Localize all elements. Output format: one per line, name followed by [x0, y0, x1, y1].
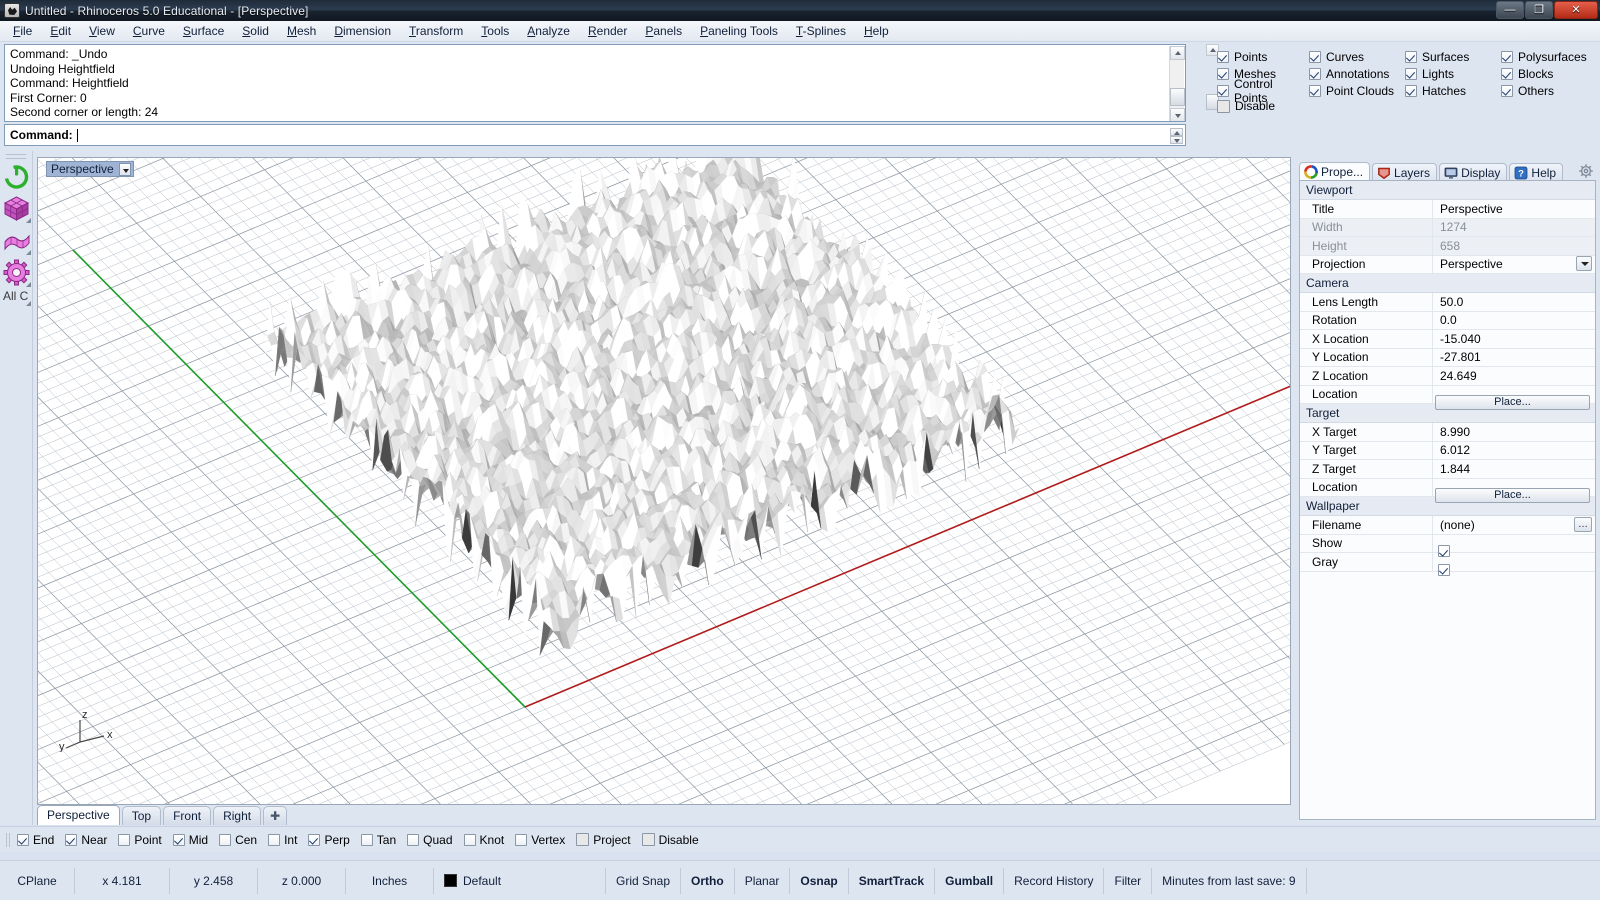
text-caret — [76, 128, 78, 142]
scroll-down-arrow[interactable] — [1170, 108, 1185, 121]
filter-checkbox-label: Point Clouds — [1326, 83, 1395, 98]
command-history-line: Second corner or length: 24 — [10, 105, 159, 120]
menu-item-render[interactable]: Render — [579, 22, 636, 40]
checkbox-box — [1405, 84, 1417, 97]
viewport-title-label: Perspective — [51, 162, 114, 176]
all-controls-label: All C — [3, 289, 29, 303]
perspective-viewport[interactable]: Perspective z x y — [37, 157, 1291, 805]
menu-item-analyze[interactable]: Analyze — [518, 22, 579, 40]
minimize-button[interactable]: — — [1496, 1, 1524, 19]
checkbox-box — [1309, 84, 1321, 97]
filter-checkbox-curves[interactable]: Curves — [1309, 48, 1405, 65]
checkbox-box — [1217, 50, 1229, 63]
flyout-arrow-icon[interactable] — [26, 250, 31, 255]
checkbox-box — [1501, 84, 1513, 97]
selection-filter-panel: Points Curves Surfaces Polysurfaces Meshes An… — [1204, 42, 1600, 151]
command-history-line: First Corner: 0 — [10, 90, 87, 105]
filter-checkbox-label: Surfaces — [1422, 49, 1470, 64]
menu-item-help[interactable]: Help — [855, 22, 898, 40]
left-toolbar: All C — [0, 151, 33, 825]
menu-item-t-splines[interactable]: T-Splines — [787, 22, 855, 40]
window-controls: — ❐ ✕ — [1495, 1, 1598, 19]
menu-item-edit[interactable]: Edit — [41, 22, 80, 40]
filter-checkbox-label: Disable — [1235, 99, 1276, 113]
checkbox-box — [1217, 84, 1229, 97]
scroll-thumb[interactable] — [1170, 88, 1185, 106]
filter-checkbox-polysurfaces[interactable]: Polysurfaces — [1501, 48, 1600, 65]
filter-checkbox-annotations[interactable]: Annotations — [1309, 65, 1405, 82]
menu-item-curve[interactable]: Curve — [124, 22, 174, 40]
command-area: Command: _Undo Undoing Heightfield Command… — [0, 42, 1204, 151]
cube-icon-button[interactable] — [1, 193, 32, 224]
checkbox-box — [1501, 50, 1513, 63]
menu-item-tools[interactable]: Tools — [472, 22, 518, 40]
command-history-line: Command: Heightfield — [10, 76, 129, 91]
filter-checkbox-grid: Points Curves Surfaces Polysurfaces Meshes An… — [1217, 48, 1600, 105]
command-input[interactable]: Command: — [4, 124, 1186, 146]
command-spinner[interactable] — [1170, 128, 1183, 145]
filter-checkbox-surfaces[interactable]: Surfaces — [1405, 48, 1501, 65]
maximize-button[interactable]: ❐ — [1525, 1, 1553, 19]
filter-checkbox-point-clouds[interactable]: Point Clouds — [1309, 82, 1405, 99]
filter-checkbox-points[interactable]: Points — [1217, 48, 1309, 65]
filter-checkbox-label: Curves — [1326, 49, 1365, 64]
command-history-line: Undoing Heightfield — [10, 61, 115, 76]
title-bar: Untitled - Rhinoceros 5.0 Educational - … — [0, 0, 1600, 21]
command-history-scrollbar[interactable] — [1169, 46, 1185, 121]
menu-item-paneling-tools[interactable]: Paneling Tools — [691, 22, 787, 40]
menu-item-dimension[interactable]: Dimension — [325, 22, 400, 40]
checkbox-box — [1501, 67, 1513, 80]
menu-item-solid[interactable]: Solid — [233, 22, 278, 40]
command-history[interactable]: Command: _Undo Undoing Heightfield Command… — [4, 44, 1186, 122]
menu-item-panels[interactable]: Panels — [636, 22, 691, 40]
filter-checkbox-hatches[interactable]: Hatches — [1405, 82, 1501, 99]
power-icon-button[interactable] — [1, 161, 32, 192]
checkbox-box — [1217, 99, 1230, 113]
checkbox-box — [1309, 67, 1321, 80]
viewport-title[interactable]: Perspective — [46, 161, 134, 177]
filter-checkbox-label: Points — [1234, 49, 1268, 64]
power-icon — [4, 165, 29, 189]
flyout-arrow-icon[interactable] — [26, 282, 31, 287]
menu-item-transform[interactable]: Transform — [400, 22, 472, 40]
menu-item-file[interactable]: File — [4, 22, 41, 40]
filter-checkbox-label: Polysurfaces — [1518, 49, 1587, 64]
all-controls-button[interactable]: All C — [1, 289, 32, 307]
filter-checkbox-label: Lights — [1422, 66, 1455, 81]
flyout-arrow-icon[interactable] — [26, 301, 31, 306]
gear-icon-button[interactable] — [1, 257, 32, 288]
flyout-arrow-icon[interactable] — [26, 218, 31, 223]
window-title: Untitled - Rhinoceros 5.0 Educational - … — [25, 3, 309, 18]
filter-checkbox-disable[interactable]: Disable — [1217, 99, 1275, 113]
viewport-menu-chevron-down-icon[interactable] — [118, 162, 131, 176]
checkbox-box — [1309, 50, 1321, 63]
checkbox-box — [1405, 67, 1417, 80]
viewport-container: Perspective z x y Perspective Top Front … — [33, 151, 1295, 825]
rhino-icon — [4, 3, 20, 18]
filter-checkbox-label: Others — [1518, 83, 1555, 98]
command-history-line: Command: _Undo — [10, 47, 108, 61]
close-button[interactable]: ✕ — [1554, 1, 1598, 19]
filter-checkbox-label: Annotations — [1326, 66, 1390, 81]
checkbox-box — [1217, 67, 1229, 80]
scroll-up-arrow[interactable] — [1170, 46, 1185, 60]
menu-bar: File Edit View Curve Surface Solid Mesh Dimensi… — [0, 21, 1600, 42]
filter-checkbox-label: Blocks — [1518, 66, 1554, 81]
command-prompt-label: Command: — [10, 128, 73, 142]
filter-checkbox-lights[interactable]: Lights — [1405, 65, 1501, 82]
filter-checkbox-control-points[interactable]: Control Points — [1217, 77, 1309, 105]
menu-item-mesh[interactable]: Mesh — [278, 22, 325, 40]
toolbar-grip[interactable] — [6, 154, 26, 159]
menu-item-view[interactable]: View — [80, 22, 124, 40]
menu-item-surface[interactable]: Surface — [174, 22, 233, 40]
viewport-scene — [38, 158, 1290, 804]
surface-icon-button[interactable] — [1, 225, 32, 256]
filter-checkbox-others[interactable]: Others — [1501, 82, 1600, 99]
filter-checkbox-label: Hatches — [1422, 83, 1467, 98]
filter-checkbox-blocks[interactable]: Blocks — [1501, 65, 1600, 82]
checkbox-box — [1405, 50, 1417, 63]
